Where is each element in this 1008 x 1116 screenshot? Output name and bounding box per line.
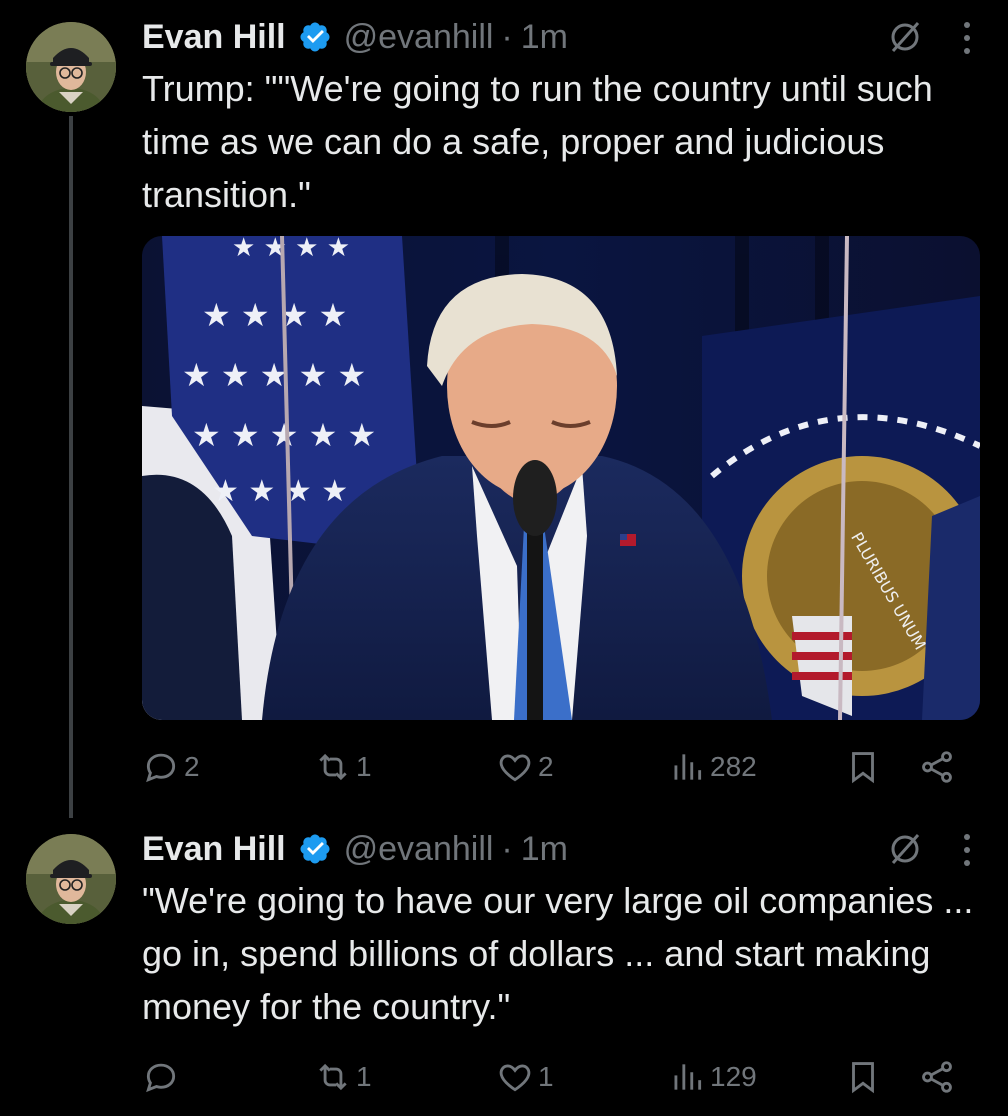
views-button[interactable]: 282 [668, 742, 757, 792]
views-icon [674, 754, 702, 780]
tweet-actions: 1 1 129 [142, 1052, 978, 1102]
like-icon [499, 1064, 531, 1092]
share-icon [922, 751, 952, 783]
share-icon [922, 1061, 952, 1093]
share-button[interactable] [918, 1052, 960, 1102]
author-name[interactable]: Evan Hill [142, 18, 286, 57]
avatar[interactable] [26, 834, 116, 924]
grok-icon[interactable] [888, 832, 922, 866]
avatar[interactable] [26, 22, 116, 112]
grok-icon[interactable] [888, 20, 922, 54]
repost-count: 1 [356, 751, 372, 782]
more-icon[interactable] [960, 831, 974, 869]
reply-button[interactable] [142, 1052, 184, 1102]
author-handle[interactable]: @evanhill [344, 830, 494, 869]
thread-line [69, 116, 73, 818]
views-icon [674, 1064, 702, 1090]
verified-badge-icon [298, 20, 332, 54]
timestamp[interactable]: 1m [521, 18, 568, 57]
separator: · [501, 829, 513, 868]
tweet-header: Evan Hill @evanhill · 1m [142, 826, 988, 872]
svg-text:★ ★ ★ ★: ★ ★ ★ ★ [202, 296, 347, 334]
more-icon[interactable] [960, 19, 974, 57]
tweet-header: Evan Hill @evanhill · 1m [142, 14, 988, 60]
verified-badge-icon [298, 832, 332, 866]
reply-icon [146, 1063, 176, 1093]
svg-text:★ ★ ★ ★: ★ ★ ★ ★ [212, 474, 348, 509]
repost-button[interactable]: 1 [314, 742, 372, 792]
views-count: 282 [710, 751, 757, 782]
repost-icon [319, 753, 347, 781]
tweet-image[interactable]: ★ ★ ★ ★ ★ ★ ★ ★ ★ ★ ★ ★ ★ ★ ★ ★ ★ ★ ★ ★ … [142, 236, 980, 720]
bookmark-button[interactable] [844, 1052, 886, 1102]
bookmark-button[interactable] [844, 742, 886, 792]
bookmark-icon [852, 752, 874, 784]
repost-button[interactable]: 1 [314, 1052, 372, 1102]
tweet-actions: 2 1 2 282 [142, 742, 978, 792]
views-count: 129 [710, 1061, 757, 1092]
reply-button[interactable]: 2 [142, 742, 200, 792]
views-button[interactable]: 129 [668, 1052, 757, 1102]
repost-icon [319, 1063, 347, 1091]
svg-text:★ ★ ★ ★: ★ ★ ★ ★ [232, 236, 350, 263]
tweet-text: Trump: ""We're going to run the country … [142, 68, 933, 215]
timestamp[interactable]: 1m [521, 830, 568, 869]
reply-icon [146, 753, 176, 783]
share-button[interactable] [918, 742, 960, 792]
tweet-text: "We're going to have our very large oil … [142, 880, 974, 1027]
svg-text:★ ★ ★ ★ ★: ★ ★ ★ ★ ★ [182, 356, 366, 394]
like-button[interactable]: 1 [496, 1052, 554, 1102]
like-count: 2 [538, 751, 554, 782]
svg-text:★ ★ ★ ★ ★: ★ ★ ★ ★ ★ [192, 416, 376, 454]
like-count: 1 [538, 1061, 554, 1092]
repost-count: 1 [356, 1061, 372, 1092]
like-button[interactable]: 2 [496, 742, 554, 792]
author-name[interactable]: Evan Hill [142, 830, 286, 869]
author-handle[interactable]: @evanhill [344, 18, 494, 57]
bookmark-icon [852, 1062, 874, 1094]
reply-count: 2 [184, 751, 200, 782]
separator: · [501, 17, 513, 56]
like-icon [499, 754, 531, 782]
